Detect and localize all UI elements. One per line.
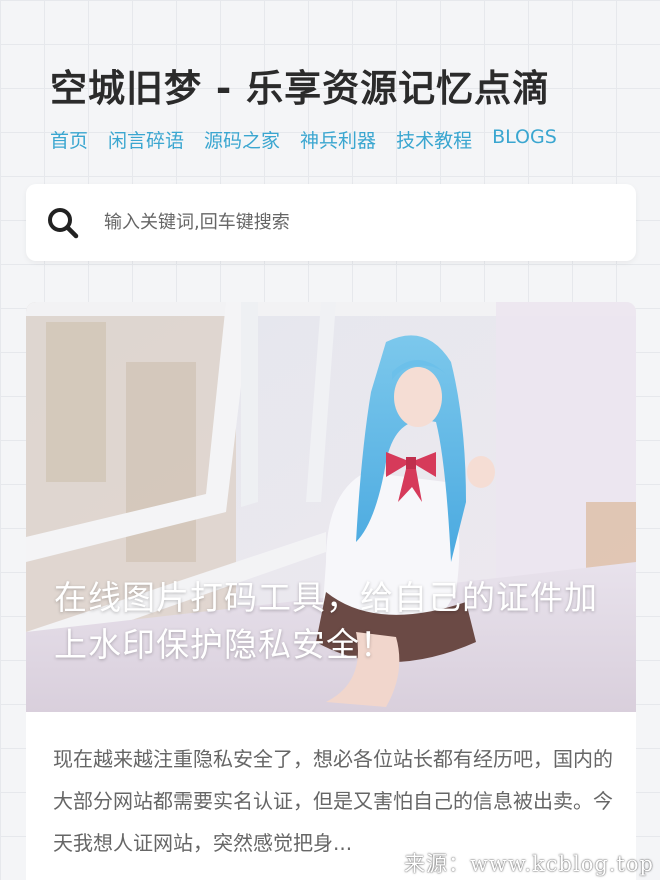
search-icon[interactable] bbox=[46, 206, 80, 240]
main-nav: 首页 闲言碎语 源码之家 神兵利器 技术教程 BLOGS bbox=[50, 126, 557, 153]
nav-item-chat[interactable]: 闲言碎语 bbox=[108, 126, 184, 153]
site-title[interactable]: 空城旧梦 - 乐享资源记忆点滴 bbox=[50, 58, 550, 112]
nav-item-source[interactable]: 源码之家 bbox=[204, 126, 280, 153]
nav-item-blogs[interactable]: BLOGS bbox=[492, 126, 557, 153]
post-card[interactable]: 在线图片打码工具，给自己的证件加上水印保护隐私安全！ 现在越来越注重隐私安全了，… bbox=[26, 302, 636, 880]
nav-item-tutorials[interactable]: 技术教程 bbox=[396, 126, 472, 153]
post-excerpt: 现在越来越注重隐私安全了，想必各位站长都有经历吧，国内的大部分网站都需要实名认证… bbox=[53, 747, 613, 855]
search-box bbox=[26, 184, 636, 261]
nav-item-home[interactable]: 首页 bbox=[50, 126, 88, 153]
nav-item-tools[interactable]: 神兵利器 bbox=[300, 126, 376, 153]
source-watermark: 来源：www.kcblog.top bbox=[403, 852, 654, 876]
post-title[interactable]: 在线图片打码工具，给自己的证件加上水印保护隐私安全！ bbox=[54, 574, 614, 668]
post-thumbnail[interactable]: 在线图片打码工具，给自己的证件加上水印保护隐私安全！ bbox=[26, 302, 636, 712]
search-input[interactable] bbox=[102, 211, 586, 234]
